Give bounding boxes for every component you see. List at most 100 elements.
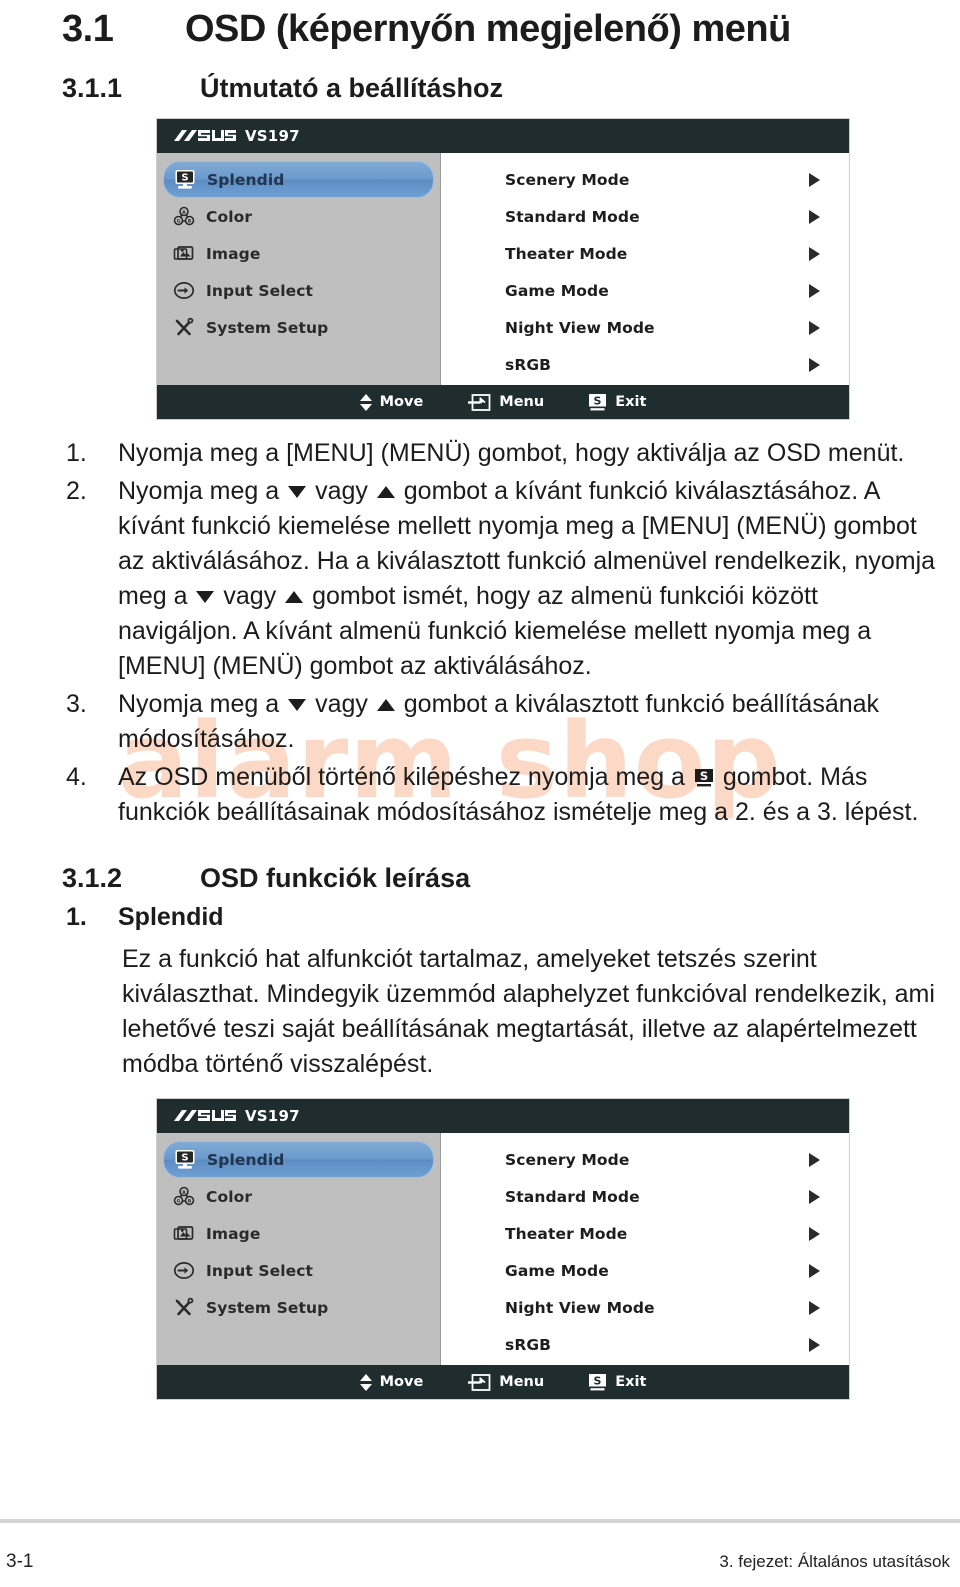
chevron-right-icon (809, 172, 820, 187)
triangle-down-icon (196, 591, 215, 603)
menu-enter-icon (467, 393, 491, 412)
osd-footer-menu[interactable]: Menu (467, 1373, 544, 1392)
osd-sidebar-label: System Setup (206, 1298, 329, 1317)
osd-body: S Splendid R G B Color Image Input Selec… (157, 153, 849, 385)
osd-footer-label: Exit (615, 394, 647, 410)
svg-text:G: G (176, 219, 180, 225)
osd-menu-figure-top: VS197 S Splendid R G B Color Image Input… (156, 118, 850, 420)
osd-option-label: Theater Mode (505, 244, 628, 263)
svg-text:B: B (187, 1199, 191, 1205)
chevron-right-icon (809, 1189, 820, 1204)
osd-option-list: Scenery Mode Standard Mode Theater Mode … (441, 153, 849, 385)
splendid-s-icon: S (694, 768, 714, 788)
step-number: 1. (66, 439, 87, 467)
asus-logo-icon (174, 1109, 236, 1124)
triangle-up-icon (376, 699, 395, 711)
osd-sidebar-item-splendid[interactable]: S Splendid (163, 1141, 434, 1178)
osd-option-label: Standard Mode (505, 207, 640, 226)
chevron-right-icon (809, 1263, 820, 1278)
osd-sidebar-label: Color (206, 1187, 253, 1206)
osd-option-label: sRGB (505, 355, 552, 374)
chevron-right-icon (809, 1300, 820, 1315)
osd-menu-figure-bottom: VS197 S Splendid R G B Color Image Input… (156, 1098, 850, 1400)
osd-sidebar-label: Image (206, 244, 261, 263)
triangle-down-icon (288, 486, 307, 498)
osd-option-row[interactable]: Scenery Mode (441, 161, 849, 198)
osd-footer-move[interactable]: Move (359, 393, 424, 411)
step-4: 4. Az OSD menüből történő kilépéshez nyo… (0, 760, 960, 830)
osd-option-row[interactable]: Game Mode (441, 272, 849, 309)
up-down-arrows-icon (359, 393, 372, 411)
osd-sidebar: S Splendid R G B Color Image Input Selec… (157, 153, 441, 385)
up-down-arrows-icon (359, 1373, 372, 1391)
chevron-right-icon (809, 1226, 820, 1241)
step-number: 4. (66, 763, 87, 791)
osd-sidebar-item-image[interactable]: Image (163, 235, 434, 272)
osd-option-label: Standard Mode (505, 1187, 640, 1206)
step-1: 1. Nyomja meg a [MENU] (MENÜ) gombot, ho… (0, 436, 960, 471)
osd-option-row[interactable]: Night View Mode (441, 1289, 849, 1326)
osd-sidebar-label: Color (206, 207, 253, 226)
svg-text:S: S (181, 173, 188, 184)
osd-footer-label: Move (379, 394, 424, 410)
osd-option-row[interactable]: Standard Mode (441, 198, 849, 235)
input-arrow-icon (172, 280, 195, 302)
osd-option-label: Game Mode (505, 281, 609, 300)
osd-option-row[interactable]: Night View Mode (441, 309, 849, 346)
osd-sidebar-label: Splendid (207, 170, 285, 189)
osd-footer-bar: Move Menu S Exit (157, 385, 849, 419)
svg-text:S: S (594, 394, 602, 407)
osd-footer-bar: Move Menu S Exit (157, 1365, 849, 1399)
osd-sidebar-item-system-setup[interactable]: System Setup (163, 1289, 434, 1326)
osd-sidebar-item-input-select[interactable]: Input Select (163, 272, 434, 309)
splendid-s-icon: S (588, 1373, 607, 1392)
osd-option-row[interactable]: Theater Mode (441, 235, 849, 272)
osd-option-label: Game Mode (505, 1261, 609, 1280)
menu-enter-icon (467, 1373, 491, 1392)
svg-text:B: B (187, 219, 191, 225)
osd-option-row[interactable]: Standard Mode (441, 1178, 849, 1215)
osd-option-row[interactable]: Game Mode (441, 1252, 849, 1289)
wrench-screwdriver-icon (172, 1297, 195, 1319)
osd-sidebar-item-splendid[interactable]: S Splendid (163, 161, 434, 198)
osd-sidebar: S Splendid R G B Color Image Input Selec… (157, 1133, 441, 1365)
section-title-3-1-2: OSD funkciók leírása (200, 863, 471, 893)
osd-sidebar-item-color[interactable]: R G B Color (163, 198, 434, 235)
svg-text:S: S (181, 1153, 188, 1164)
chapter-label: 3. fejezet: Általános utasítások (719, 1552, 950, 1571)
section-title-3-1: OSD (képernyőn megjelenő) menü (185, 8, 791, 50)
osd-footer-exit[interactable]: S Exit (588, 1373, 646, 1392)
osd-sidebar-item-input-select[interactable]: Input Select (163, 1252, 434, 1289)
chevron-right-icon (809, 283, 820, 298)
osd-option-row[interactable]: sRGB (441, 346, 849, 383)
osd-footer-menu[interactable]: Menu (467, 393, 544, 412)
step-text: Nyomja meg a vagy gombot a kívánt funkci… (118, 477, 936, 680)
step-text: Az OSD menüből történő kilépéshez nyomja… (118, 763, 919, 826)
osd-sidebar-item-image[interactable]: Image (163, 1215, 434, 1252)
section-title-3-1-1: Útmutató a beállításhoz (200, 73, 504, 103)
chevron-right-icon (809, 357, 820, 372)
step-text: Nyomja meg a vagy gombot a kiválasztott … (118, 690, 880, 753)
osd-option-row[interactable]: Theater Mode (441, 1215, 849, 1252)
osd-option-row[interactable]: Scenery Mode (441, 1141, 849, 1178)
osd-footer-label: Menu (499, 394, 545, 410)
osd-sidebar-item-color[interactable]: R G B Color (163, 1178, 434, 1215)
triangle-up-icon (376, 486, 395, 498)
svg-text:G: G (176, 1199, 180, 1205)
osd-option-label: Night View Mode (505, 1298, 655, 1317)
osd-option-row[interactable]: sRGB (441, 1326, 849, 1363)
osd-footer-move[interactable]: Move (359, 1373, 423, 1391)
osd-sidebar-label: System Setup (206, 318, 329, 337)
osd-option-label: Scenery Mode (505, 1150, 630, 1169)
page-number: 3-1 (6, 1551, 34, 1572)
color-rgb-icon: R G B (172, 1186, 195, 1208)
triangle-up-icon (285, 591, 304, 603)
osd-footer-exit[interactable]: S Exit (588, 393, 646, 412)
asus-logo-icon (174, 129, 236, 144)
osd-footer-label: Exit (615, 1374, 647, 1390)
osd-sidebar-label: Input Select (206, 281, 314, 300)
manual-page: alarm shop 3.1 OSD (képernyőn megjelenő)… (0, 0, 960, 1587)
osd-sidebar-item-system-setup[interactable]: System Setup (163, 309, 434, 346)
splendid-s-icon: S (588, 393, 607, 412)
chevron-right-icon (809, 1337, 820, 1352)
